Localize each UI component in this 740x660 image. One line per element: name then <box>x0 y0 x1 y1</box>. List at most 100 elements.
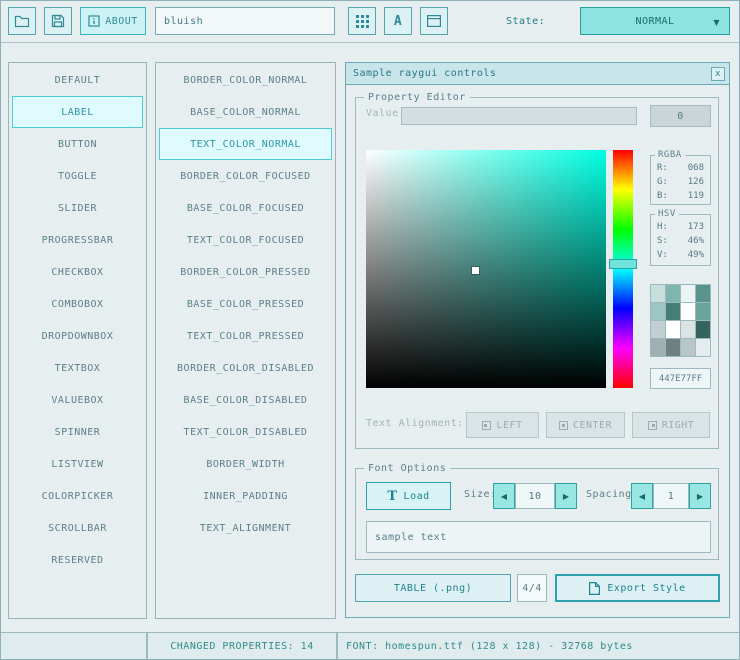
spacing-increase-button[interactable]: ▶ <box>689 483 711 509</box>
align-left-button[interactable]: LEFT <box>466 412 539 438</box>
property-item-text-color-normal[interactable]: TEXT_COLOR_NORMAL <box>159 128 332 160</box>
align-center-button[interactable]: CENTER <box>546 412 625 438</box>
window-title: Sample raygui controls <box>353 68 496 79</box>
status-bar: CHANGED PROPERTIES: 14 FONT: homespun.tt… <box>0 632 740 660</box>
color-swatch[interactable] <box>666 339 680 356</box>
hsv-row-s: S:46% <box>651 234 710 248</box>
property-item-border-color-disabled[interactable]: BORDER_COLOR_DISABLED <box>159 352 332 384</box>
control-item-reserved[interactable]: RESERVED <box>12 544 143 576</box>
hue-slider[interactable] <box>613 150 633 388</box>
control-item-slider[interactable]: SLIDER <box>12 192 143 224</box>
value-slider[interactable] <box>401 107 637 125</box>
color-swatch[interactable] <box>696 339 710 356</box>
control-item-progressbar[interactable]: PROGRESSBAR <box>12 224 143 256</box>
open-style-button[interactable] <box>8 7 36 35</box>
hue-slider-handle[interactable] <box>609 259 637 269</box>
style-table-view-button[interactable] <box>348 7 376 35</box>
control-item-toggle[interactable]: TOGGLE <box>12 160 143 192</box>
color-swatch[interactable] <box>651 303 665 320</box>
color-swatch[interactable] <box>666 285 680 302</box>
hsv-row-h: H:173 <box>651 220 710 234</box>
export-style-button[interactable]: Export Style <box>555 574 720 602</box>
control-item-scrollbar[interactable]: SCROLLBAR <box>12 512 143 544</box>
property-item-text-color-disabled[interactable]: TEXT_COLOR_DISABLED <box>159 416 332 448</box>
size-value[interactable]: 10 <box>515 483 555 509</box>
color-swatch[interactable] <box>696 285 710 302</box>
color-swatch[interactable] <box>681 339 695 356</box>
font-atlas-button[interactable]: A <box>384 7 412 35</box>
property-item-base-color-focused[interactable]: BASE_COLOR_FOCUSED <box>159 192 332 224</box>
size-decrease-button[interactable]: ◀ <box>493 483 515 509</box>
arrow-left-icon: ◀ <box>639 492 645 501</box>
control-item-label[interactable]: LABEL <box>12 96 143 128</box>
control-item-button[interactable]: BUTTON <box>12 128 143 160</box>
control-item-colorpicker[interactable]: COLORPICKER <box>12 480 143 512</box>
color-swatch[interactable] <box>681 321 695 338</box>
property-item-text-color-pressed[interactable]: TEXT_COLOR_PRESSED <box>159 320 332 352</box>
control-item-textbox[interactable]: TEXTBOX <box>12 352 143 384</box>
color-saturation-value-panel[interactable] <box>366 150 606 388</box>
close-icon: x <box>715 70 721 79</box>
property-item-base-color-pressed[interactable]: BASE_COLOR_PRESSED <box>159 288 332 320</box>
property-item-border-color-normal[interactable]: BORDER_COLOR_NORMAL <box>159 64 332 96</box>
align-right-button[interactable]: RIGHT <box>632 412 710 438</box>
align-left-icon <box>482 421 491 430</box>
control-item-listview[interactable]: LISTVIEW <box>12 448 143 480</box>
save-style-button[interactable] <box>44 7 72 35</box>
size-increase-button[interactable]: ▶ <box>555 483 577 509</box>
property-item-inner-padding[interactable]: INNER_PADDING <box>159 480 332 512</box>
property-item-text-color-focused[interactable]: TEXT_COLOR_FOCUSED <box>159 224 332 256</box>
state-dropdown[interactable]: NORMAL ▼ <box>580 7 730 35</box>
rgba-panel: RGBA R:068 G:126 B:119 <box>650 155 711 205</box>
control-item-checkbox[interactable]: CHECKBOX <box>12 256 143 288</box>
color-swatch[interactable] <box>681 285 695 302</box>
hex-value-input[interactable]: 447E77FF <box>650 368 711 389</box>
property-item-border-width[interactable]: BORDER_WIDTH <box>159 448 332 480</box>
control-item-default[interactable]: DEFAULT <box>12 64 143 96</box>
status-segment-empty <box>0 632 147 660</box>
text-t-icon: T <box>387 490 397 503</box>
color-swatch[interactable] <box>666 303 680 320</box>
control-item-valuebox[interactable]: VALUEBOX <box>12 384 143 416</box>
sample-text-value: sample text <box>375 532 447 543</box>
font-load-button[interactable]: T Load <box>366 482 451 510</box>
property-item-base-color-normal[interactable]: BASE_COLOR_NORMAL <box>159 96 332 128</box>
color-swatch[interactable] <box>696 321 710 338</box>
spacing-value[interactable]: 1 <box>653 483 689 509</box>
color-swatch[interactable] <box>696 303 710 320</box>
control-item-combobox[interactable]: COMBOBOX <box>12 288 143 320</box>
color-swatch[interactable] <box>651 285 665 302</box>
color-swatch[interactable] <box>666 321 680 338</box>
sample-text-input[interactable]: sample text <box>366 521 711 553</box>
close-button[interactable]: x <box>711 67 725 81</box>
property-item-base-color-disabled[interactable]: BASE_COLOR_DISABLED <box>159 384 332 416</box>
value-spinner[interactable]: 0 <box>650 105 711 127</box>
arrow-left-icon: ◀ <box>501 492 507 501</box>
about-button[interactable]: ABOUT <box>80 7 146 35</box>
arrow-right-icon: ▶ <box>697 492 703 501</box>
rgba-row-b: B:119 <box>651 189 710 203</box>
size-label: Size: <box>464 489 497 500</box>
status-font-info: FONT: homespun.ttf (128 x 128) - 32768 b… <box>337 632 740 660</box>
color-swatch[interactable] <box>651 339 665 356</box>
style-name-input[interactable]: bluish <box>155 7 335 35</box>
style-table-button[interactable]: TABLE (.png) <box>355 574 511 602</box>
property-item-text-alignment[interactable]: TEXT_ALIGNMENT <box>159 512 332 544</box>
hsv-panel: HSV H:173 S:46% V:49% <box>650 214 711 266</box>
property-item-border-color-focused[interactable]: BORDER_COLOR_FOCUSED <box>159 160 332 192</box>
control-preview-button[interactable] <box>420 7 448 35</box>
color-swatch[interactable] <box>681 303 695 320</box>
font-options-label: Font Options <box>364 463 450 474</box>
rgba-label: RGBA <box>655 150 685 161</box>
arrow-right-icon: ▶ <box>563 492 569 501</box>
status-changed-properties: CHANGED PROPERTIES: 14 <box>147 632 337 660</box>
main-toolbar: ABOUT bluish A State: NORMAL ▼ <box>0 0 740 43</box>
chevron-down-icon: ▼ <box>713 18 720 27</box>
color-cursor[interactable] <box>472 267 479 274</box>
spacing-decrease-button[interactable]: ◀ <box>631 483 653 509</box>
window-titlebar[interactable]: Sample raygui controls <box>346 63 729 85</box>
color-swatch[interactable] <box>651 321 665 338</box>
property-item-border-color-pressed[interactable]: BORDER_COLOR_PRESSED <box>159 256 332 288</box>
control-item-dropdownbox[interactable]: DROPDOWNBOX <box>12 320 143 352</box>
control-item-spinner[interactable]: SPINNER <box>12 416 143 448</box>
